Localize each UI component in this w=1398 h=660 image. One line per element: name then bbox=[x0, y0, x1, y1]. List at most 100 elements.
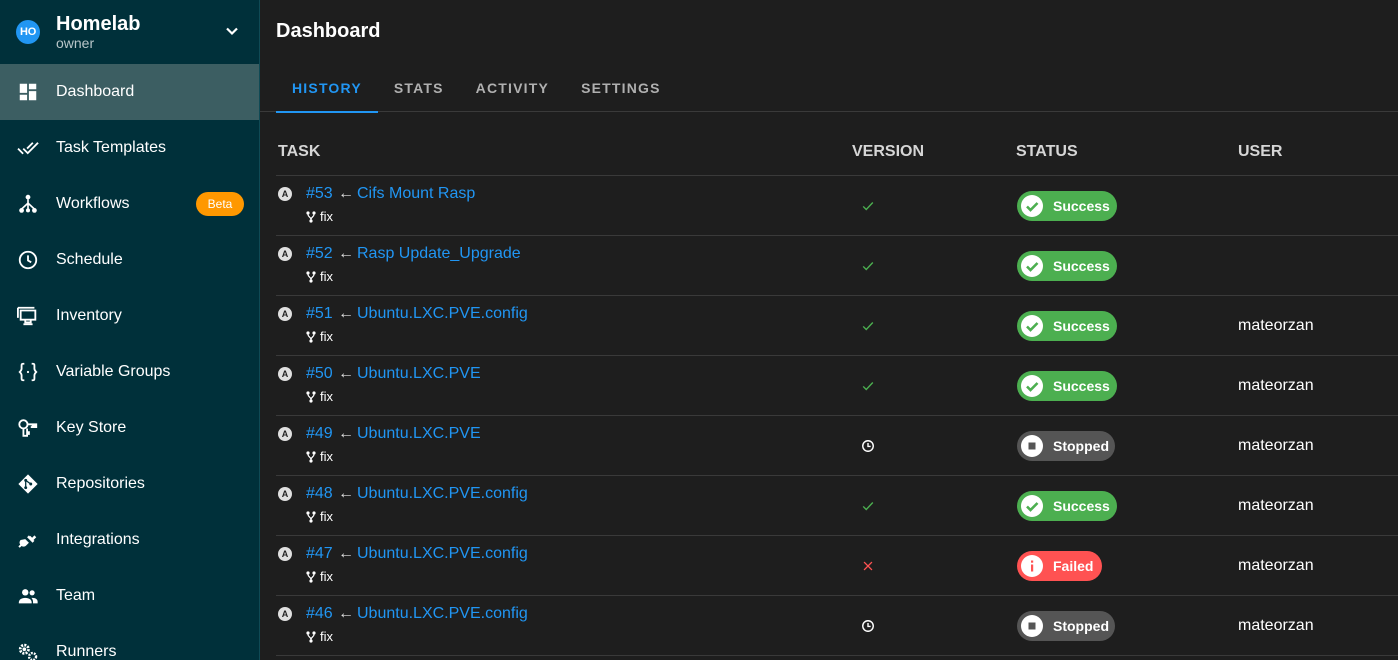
tab-activity[interactable]: ACTIVITY bbox=[460, 64, 565, 112]
task-branch: fix bbox=[306, 509, 333, 524]
table-header: TASK VERSION STATUS USER bbox=[276, 128, 1398, 176]
sidebar-item-label: Key Store bbox=[56, 419, 127, 436]
task-user: mateorzan bbox=[1238, 557, 1314, 574]
task-branch: fix bbox=[306, 329, 333, 344]
task-branch: fix bbox=[306, 569, 333, 584]
check-icon bbox=[860, 318, 876, 334]
column-header-task[interactable]: TASK bbox=[278, 143, 320, 161]
table-row[interactable]: A #46 ← Ubuntu.LXC.PVE.config fix Stopped mate… bbox=[276, 596, 1398, 656]
status-label: Success bbox=[1053, 378, 1110, 394]
task-id-link[interactable]: #51 bbox=[306, 305, 333, 323]
sidebar-item-key-store[interactable]: Key Store bbox=[0, 400, 259, 456]
beta-badge: Beta bbox=[196, 192, 244, 216]
task-id-link[interactable]: #52 bbox=[306, 245, 333, 263]
plug-icon bbox=[16, 528, 40, 552]
task-user: mateorzan bbox=[1238, 377, 1314, 394]
sidebar-item-runners[interactable]: Runners bbox=[0, 624, 259, 660]
table-row[interactable]: A #53 ← Cifs Mount Rasp fix Success bbox=[276, 176, 1398, 236]
branch-label: fix bbox=[320, 449, 333, 464]
check-icon bbox=[860, 378, 876, 394]
sidebar-item-label: Inventory bbox=[56, 307, 122, 324]
sidebar-item-workflows[interactable]: Workflows Beta bbox=[0, 176, 259, 232]
branch-label: fix bbox=[320, 329, 333, 344]
branch-label: fix bbox=[320, 209, 333, 224]
sidebar-item-repositories[interactable]: Repositories bbox=[0, 456, 259, 512]
check-circle-icon bbox=[1021, 315, 1043, 337]
task-id-link[interactable]: #48 bbox=[306, 485, 333, 503]
task-id-link[interactable]: #53 bbox=[306, 185, 333, 203]
branch-label: fix bbox=[320, 269, 333, 284]
ansible-icon: A bbox=[278, 427, 292, 441]
task-branch: fix bbox=[306, 629, 333, 644]
task-branch: fix bbox=[306, 449, 333, 464]
sidebar-item-label: Team bbox=[56, 587, 96, 604]
sidebar-item-dashboard[interactable]: Dashboard bbox=[0, 64, 259, 120]
task-id-link[interactable]: #49 bbox=[306, 425, 333, 443]
sidebar-item-schedule[interactable]: Schedule bbox=[0, 232, 259, 288]
sidebar-item-label: Schedule bbox=[56, 251, 123, 268]
project-name: Homelab bbox=[56, 13, 141, 35]
branch-label: fix bbox=[320, 569, 333, 584]
status-label: Stopped bbox=[1053, 438, 1109, 454]
arrow-left-icon: ← bbox=[338, 305, 354, 322]
branch-icon bbox=[306, 330, 316, 343]
column-header-version[interactable]: VERSION bbox=[852, 143, 924, 161]
sidebar-item-team[interactable]: Team bbox=[0, 568, 259, 624]
table-row[interactable]: A #51 ← Ubuntu.LXC.PVE.config fix Success mate… bbox=[276, 296, 1398, 356]
tab-settings[interactable]: SETTINGS bbox=[565, 64, 677, 112]
task-template-link[interactable]: Ubuntu.LXC.PVE.config bbox=[357, 545, 528, 563]
status-badge: Success bbox=[1017, 491, 1117, 521]
task-template-link[interactable]: Ubuntu.LXC.PVE.config bbox=[357, 485, 528, 503]
task-id-link[interactable]: #46 bbox=[306, 605, 333, 623]
stop-icon bbox=[1021, 435, 1043, 457]
tab-stats[interactable]: STATS bbox=[378, 64, 460, 112]
project-selector[interactable]: HO Homelab owner bbox=[0, 0, 259, 64]
stop-icon bbox=[1021, 615, 1043, 637]
ansible-icon: A bbox=[278, 307, 292, 321]
status-badge: Stopped bbox=[1017, 611, 1115, 641]
sidebar-item-task-templates[interactable]: Task Templates bbox=[0, 120, 259, 176]
table-row[interactable]: A #50 ← Ubuntu.LXC.PVE fix Success mateorzan bbox=[276, 356, 1398, 416]
task-template-link[interactable]: Ubuntu.LXC.PVE bbox=[357, 365, 481, 383]
sidebar-item-integrations[interactable]: Integrations bbox=[0, 512, 259, 568]
braces-icon bbox=[16, 360, 40, 384]
arrow-left-icon: ← bbox=[338, 545, 354, 562]
table-row[interactable]: A #52 ← Rasp Update_Upgrade fix Success bbox=[276, 236, 1398, 296]
sidebar-item-label: Integrations bbox=[56, 531, 140, 548]
task-template-link[interactable]: Ubuntu.LXC.PVE.config bbox=[357, 605, 528, 623]
table-row[interactable]: A #47 ← Ubuntu.LXC.PVE.config fix Failed mateo… bbox=[276, 536, 1398, 596]
status-label: Success bbox=[1053, 258, 1110, 274]
branch-icon bbox=[306, 450, 316, 463]
check-icon bbox=[860, 198, 876, 214]
sidebar-item-label: Repositories bbox=[56, 475, 145, 492]
task-id-link[interactable]: #50 bbox=[306, 365, 333, 383]
task-id-link[interactable]: #47 bbox=[306, 545, 333, 563]
chevron-down-icon[interactable] bbox=[225, 24, 239, 38]
task-template-link[interactable]: Ubuntu.LXC.PVE bbox=[357, 425, 481, 443]
task-user: mateorzan bbox=[1238, 437, 1314, 454]
table-row[interactable]: A #48 ← Ubuntu.LXC.PVE.config fix Success mate… bbox=[276, 476, 1398, 536]
ansible-icon: A bbox=[278, 487, 292, 501]
check-icon bbox=[860, 258, 876, 274]
table-row[interactable]: A #49 ← Ubuntu.LXC.PVE fix Stopped mateorzan bbox=[276, 416, 1398, 476]
branch-icon bbox=[306, 510, 316, 523]
git-icon bbox=[16, 472, 40, 496]
check-icon bbox=[860, 498, 876, 514]
double-check-icon bbox=[16, 136, 40, 160]
status-label: Stopped bbox=[1053, 618, 1109, 634]
tab-history[interactable]: HISTORY bbox=[276, 64, 378, 113]
sidebar-item-inventory[interactable]: Inventory bbox=[0, 288, 259, 344]
ansible-icon: A bbox=[278, 247, 292, 261]
task-template-link[interactable]: Ubuntu.LXC.PVE.config bbox=[357, 305, 528, 323]
task-branch: fix bbox=[306, 269, 333, 284]
task-template-link[interactable]: Cifs Mount Rasp bbox=[357, 185, 475, 203]
status-badge: Success bbox=[1017, 371, 1117, 401]
task-branch: fix bbox=[306, 389, 333, 404]
column-header-status[interactable]: STATUS bbox=[1016, 143, 1078, 161]
task-template-link[interactable]: Rasp Update_Upgrade bbox=[357, 245, 521, 263]
branch-icon bbox=[306, 570, 316, 583]
column-header-user[interactable]: USER bbox=[1238, 143, 1282, 161]
close-icon bbox=[860, 558, 876, 574]
sidebar-item-variable-groups[interactable]: Variable Groups bbox=[0, 344, 259, 400]
dashboard-icon bbox=[16, 80, 40, 104]
